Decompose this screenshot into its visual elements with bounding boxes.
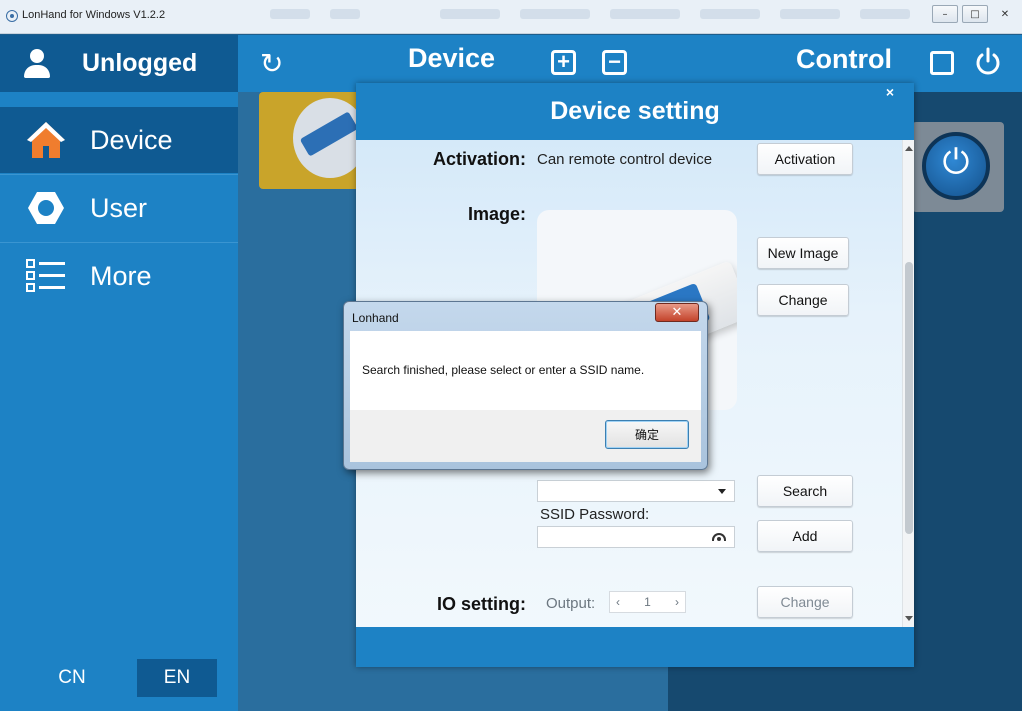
chevron-down-icon [718,489,726,494]
device-card[interactable] [259,92,371,189]
lonhand-message-box: Lonhand ✕ Search finished, please select… [343,301,708,470]
list-icon [24,254,68,298]
blurred-titlebar-text [700,9,760,19]
activation-button[interactable]: Activation [757,143,853,175]
language-en-button[interactable]: EN [137,659,217,697]
sidebar-item-device[interactable]: Device [0,107,238,173]
io-setting-label: IO setting: [437,594,526,614]
dialog-footer [356,627,914,667]
blurred-titlebar-text [780,9,840,19]
user-header[interactable]: Unlogged [0,35,238,92]
add-device-button[interactable]: + [551,50,576,75]
stepper-increment[interactable]: › [675,595,679,609]
blurred-titlebar-text [520,9,590,19]
message-box-footer: 确定 [350,410,701,462]
dialog-close-button[interactable]: × [886,64,894,121]
stepper-value: 1 [644,595,651,609]
sidebar-item-user[interactable]: User [0,175,238,241]
device-title: Device [408,43,496,73]
dialog-header: Device setting × [356,83,914,140]
blurred-titlebar-text [330,9,360,19]
message-box-title: Lonhand [352,311,399,325]
scroll-up-icon[interactable] [905,146,913,151]
sidebar-item-label: User [90,192,148,223]
blurred-titlebar-text [610,9,680,19]
gear-icon [24,186,68,230]
activation-status: Can remote control device [537,151,713,168]
io-change-button[interactable]: Change [757,586,853,618]
blurred-titlebar-text [270,9,310,19]
message-box-body: Search finished, please select or enter … [350,331,701,410]
window-titlebar: LonHand for Windows V1.2.2 – □ ✕ [0,0,1022,34]
ok-button[interactable]: 确定 [605,420,689,449]
control-title: Control [796,44,892,74]
dialog-scrollbar[interactable] [902,140,914,627]
change-image-button[interactable]: Change [757,284,849,316]
close-window-button[interactable]: ✕ [992,5,1018,23]
message-box-close-button[interactable]: ✕ [655,303,699,322]
remove-device-button[interactable]: − [602,50,627,75]
stepper-decrement[interactable]: ‹ [616,595,620,609]
scroll-down-icon[interactable] [905,616,913,621]
message-text: Search finished, please select or enter … [362,363,645,377]
scrollbar-thumb[interactable] [905,262,913,534]
home-icon [24,118,68,162]
ssid-password-label: SSID Password: [540,506,650,523]
search-button[interactable]: Search [757,475,853,507]
ssid-password-input[interactable] [537,526,735,548]
show-password-icon[interactable] [712,533,726,541]
image-label: Image: [467,204,526,224]
blurred-titlebar-text [440,9,500,19]
minimize-button[interactable]: – [932,5,958,23]
user-status-label: Unlogged [82,49,198,77]
language-cn-button[interactable]: CN [32,659,112,697]
sidebar: Unlogged Device User More CN EN [0,35,238,711]
power-button-icon[interactable] [922,132,990,200]
window-title: LonHand for Windows V1.2.2 [22,9,166,21]
maximize-button[interactable]: □ [962,5,988,23]
add-button[interactable]: Add [757,520,853,552]
blurred-titlebar-text [860,9,910,19]
dialog-title: Device setting [550,97,720,125]
refresh-icon[interactable]: ↻ [260,47,283,80]
edit-icon[interactable] [930,51,954,75]
app-window: LonHand for Windows V1.2.2 – □ ✕ Unlogge… [0,0,1022,711]
device-power-card[interactable] [912,122,1004,212]
sidebar-item-more[interactable]: More [0,243,238,309]
window-controls: – □ ✕ [932,5,1018,23]
activation-label: Activation: [432,149,526,169]
app-logo-icon [6,10,18,22]
new-image-button[interactable]: New Image [757,237,849,269]
sidebar-item-label: More [90,260,152,291]
ssid-select[interactable] [537,480,735,502]
output-stepper[interactable]: ‹ 1 › [609,591,686,613]
power-icon[interactable] [974,47,1002,77]
user-icon [22,48,52,79]
output-label: Output: [546,595,596,612]
sidebar-item-label: Device [90,124,173,155]
